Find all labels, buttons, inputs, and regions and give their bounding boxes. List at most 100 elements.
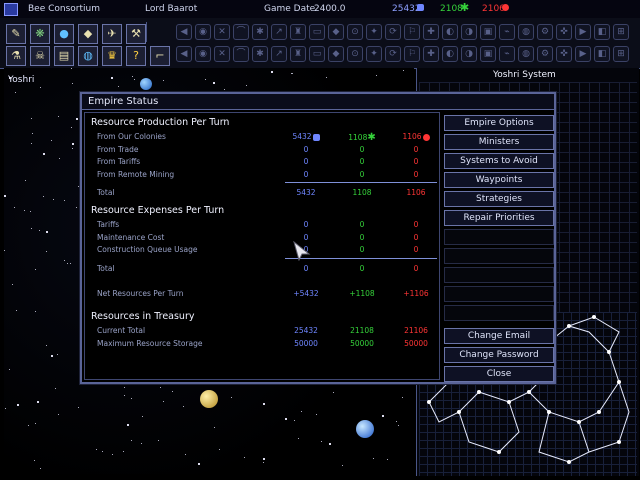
change-email-button[interactable]: Change Email bbox=[444, 328, 554, 344]
star bbox=[231, 397, 232, 398]
command-button[interactable]: ⟳ bbox=[385, 46, 401, 62]
skull-icon[interactable]: ☠ bbox=[30, 46, 50, 66]
command-button[interactable]: ⚙ bbox=[537, 46, 553, 62]
command-button[interactable]: ▶ bbox=[575, 24, 591, 40]
yellow-planet[interactable] bbox=[200, 390, 218, 408]
command-button[interactable]: ⚐ bbox=[404, 24, 420, 40]
command-button[interactable]: ✜ bbox=[556, 46, 572, 62]
command-button[interactable]: ↗ bbox=[271, 46, 287, 62]
radioactive-net: +1106 bbox=[403, 289, 429, 298]
star bbox=[183, 406, 184, 407]
command-button[interactable]: ⊞ bbox=[613, 46, 629, 62]
star bbox=[76, 207, 77, 208]
command-button[interactable]: ⊞ bbox=[613, 24, 629, 40]
radioactive-value: 0 bbox=[413, 145, 419, 154]
command-button[interactable]: ◑ bbox=[461, 24, 477, 40]
command-button[interactable]: ▣ bbox=[480, 46, 496, 62]
crown-icon[interactable]: ♛ bbox=[102, 46, 122, 66]
help-icon[interactable]: ? bbox=[126, 46, 146, 66]
command-button[interactable]: ▭ bbox=[309, 46, 325, 62]
empire-flag-icon[interactable] bbox=[4, 3, 18, 16]
command-button[interactable]: ⚙ bbox=[537, 24, 553, 40]
ship-icon[interactable]: ◆ bbox=[78, 24, 98, 44]
star bbox=[131, 398, 132, 399]
command-button[interactable]: ◆ bbox=[328, 24, 344, 40]
command-button[interactable]: ↗ bbox=[271, 24, 287, 40]
command-button[interactable]: ⌁ bbox=[499, 24, 515, 40]
ministers-button[interactable]: Ministers bbox=[444, 134, 554, 150]
total-label: Total bbox=[97, 264, 115, 273]
star bbox=[25, 180, 26, 181]
command-button[interactable]: ⌒ bbox=[233, 24, 249, 40]
star bbox=[78, 186, 79, 187]
star bbox=[28, 425, 29, 426]
command-button[interactable]: ◍ bbox=[518, 46, 534, 62]
star bbox=[55, 388, 56, 389]
command-button[interactable]: ◀ bbox=[176, 46, 192, 62]
command-button[interactable]: ⟳ bbox=[385, 24, 401, 40]
command-button[interactable]: ✱ bbox=[252, 46, 268, 62]
settings-icon[interactable]: ⌐ bbox=[150, 46, 170, 66]
star bbox=[376, 75, 377, 76]
systems-to-avoid-button[interactable]: Systems to Avoid bbox=[444, 153, 554, 169]
waypoints-button[interactable]: Waypoints bbox=[444, 172, 554, 188]
command-button[interactable]: ✱ bbox=[252, 24, 268, 40]
command-button[interactable]: ⌁ bbox=[499, 46, 515, 62]
command-button[interactable]: ⌒ bbox=[233, 46, 249, 62]
command-button[interactable]: ◉ bbox=[195, 46, 211, 62]
command-button[interactable]: ♜ bbox=[290, 24, 306, 40]
command-button[interactable]: ✦ bbox=[366, 46, 382, 62]
command-button[interactable]: ◍ bbox=[518, 24, 534, 40]
command-button[interactable]: ▶ bbox=[575, 46, 591, 62]
row-label: Current Total bbox=[97, 326, 146, 335]
row-label: From Trade bbox=[97, 145, 139, 154]
command-button[interactable]: ◐ bbox=[442, 46, 458, 62]
blue-planet-2[interactable] bbox=[356, 420, 374, 438]
close-button[interactable]: Close bbox=[444, 366, 554, 382]
radioactive-value: 0 bbox=[413, 233, 419, 242]
command-button[interactable]: ✦ bbox=[366, 24, 382, 40]
command-button[interactable]: ◐ bbox=[442, 24, 458, 40]
star bbox=[35, 423, 36, 424]
species-icon[interactable]: ❋ bbox=[30, 24, 50, 44]
command-button[interactable]: ◉ bbox=[195, 24, 211, 40]
wrench-icon[interactable]: ⚒ bbox=[126, 24, 146, 44]
command-button[interactable]: ◑ bbox=[461, 46, 477, 62]
organic-value: 0 bbox=[359, 170, 365, 179]
command-button[interactable]: ◧ bbox=[594, 24, 610, 40]
command-button[interactable]: ♜ bbox=[290, 46, 306, 62]
command-button[interactable]: ⊙ bbox=[347, 24, 363, 40]
notes-icon[interactable]: ✎ bbox=[6, 24, 26, 44]
globe-icon[interactable]: ◍ bbox=[78, 46, 98, 66]
strategies-button[interactable]: Strategies bbox=[444, 191, 554, 207]
command-button[interactable]: ⚐ bbox=[404, 46, 420, 62]
command-button[interactable]: ▣ bbox=[480, 24, 496, 40]
command-button[interactable]: ✕ bbox=[214, 46, 230, 62]
book-icon[interactable]: ▤ bbox=[54, 46, 74, 66]
command-button[interactable]: ▭ bbox=[309, 24, 325, 40]
command-button[interactable]: ⊙ bbox=[347, 46, 363, 62]
planet-icon[interactable]: ● bbox=[54, 24, 74, 44]
command-button[interactable]: ✚ bbox=[423, 24, 439, 40]
star bbox=[158, 440, 159, 441]
command-button[interactable]: ✕ bbox=[214, 24, 230, 40]
main-toolbar: ✎ ❋ ● ◆ ✈ ⚒ ⚗ ☠ ▤ ◍ ♛ ? ⌐ ◀ ◉ ✕ ⌒ ✱ ↗ ♜ ▭ ◆ ⊙ ✦ ⟳ ⚐ ✚… bbox=[0, 18, 640, 69]
star bbox=[64, 260, 65, 261]
repair-priorities-button[interactable]: Repair Priorities bbox=[444, 210, 554, 226]
command-button[interactable]: ✜ bbox=[556, 24, 572, 40]
change-password-button[interactable]: Change Password bbox=[444, 347, 554, 363]
command-button[interactable]: ✚ bbox=[423, 46, 439, 62]
empire-options-button[interactable]: Empire Options bbox=[444, 115, 554, 131]
organic-value: 0 bbox=[359, 145, 365, 154]
mineral-icon bbox=[417, 4, 424, 11]
organic-value: 0 bbox=[359, 220, 365, 229]
organic-icon: ✱ bbox=[367, 132, 376, 143]
lab-icon[interactable]: ⚗ bbox=[6, 46, 26, 66]
design-icon[interactable]: ✈ bbox=[102, 24, 122, 44]
command-button[interactable]: ◀ bbox=[176, 24, 192, 40]
blue-planet[interactable] bbox=[140, 78, 152, 90]
star bbox=[134, 79, 135, 80]
row-label: Maintenance Cost bbox=[97, 233, 165, 242]
command-button[interactable]: ◆ bbox=[328, 46, 344, 62]
command-button[interactable]: ◧ bbox=[594, 46, 610, 62]
